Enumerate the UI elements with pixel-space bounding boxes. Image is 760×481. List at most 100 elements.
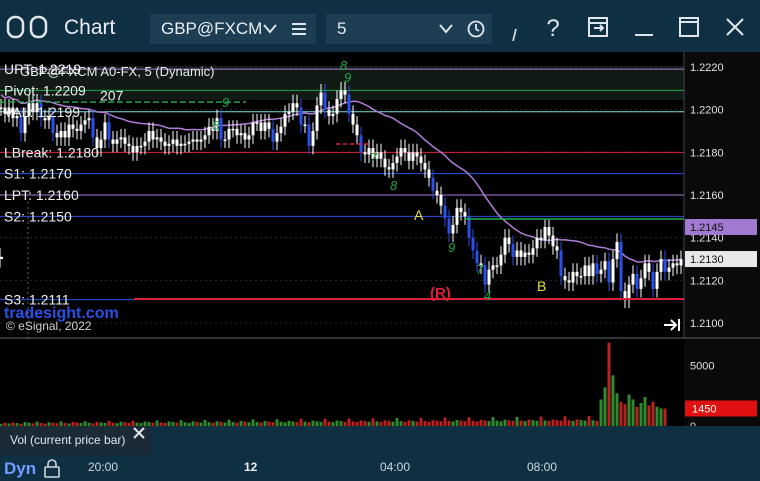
volume-bar — [199, 422, 203, 426]
marker-a: A — [414, 207, 424, 223]
candle-body — [251, 122, 255, 136]
volume-bar — [103, 422, 107, 426]
volume-bar — [39, 422, 43, 426]
candle-body — [355, 124, 359, 136]
price-chart[interactable]: 1.22201.22001.21801.21601.21401.21201.21… — [0, 52, 760, 455]
chart-layout-icon[interactable] — [6, 14, 52, 40]
chevron-down-icon[interactable] — [438, 23, 454, 35]
volume-bar — [359, 420, 363, 426]
volume-bar — [623, 404, 627, 426]
candle-body — [191, 139, 195, 142]
candle-body — [167, 143, 171, 146]
close-icon[interactable] — [724, 16, 746, 38]
volume-bar — [455, 419, 459, 426]
volume-bar — [135, 422, 139, 426]
volume-bar — [131, 420, 135, 426]
volume-bar — [575, 419, 579, 426]
candle-body — [287, 111, 291, 114]
candle-body — [275, 133, 279, 142]
volume-bar — [543, 420, 547, 426]
candle-body — [135, 145, 139, 153]
volume-bar — [23, 422, 27, 426]
export-icon[interactable] — [587, 16, 611, 38]
candle-body — [163, 141, 167, 146]
candle-body — [387, 167, 391, 170]
volume-bar — [3, 422, 7, 426]
symbol-dropdown[interactable]: GBP@FXCM — [150, 14, 316, 44]
volume-bar — [579, 419, 583, 426]
volume-bar — [271, 422, 275, 426]
volume-bar — [111, 422, 115, 426]
candle-body — [559, 250, 563, 277]
volume-bar — [35, 421, 39, 426]
candle-body — [131, 145, 135, 153]
candle-body — [667, 267, 671, 272]
volume-bar — [283, 422, 287, 426]
candle-body — [615, 241, 619, 260]
candle-body — [595, 263, 599, 274]
candle-body — [119, 137, 123, 140]
volume-bar — [311, 420, 315, 426]
cursor-icon[interactable] — [510, 28, 520, 42]
candle-body — [307, 124, 311, 146]
candle-body — [279, 126, 283, 134]
volume-bar — [323, 418, 327, 426]
candle-body — [519, 250, 523, 257]
maximize-icon[interactable] — [677, 16, 701, 38]
lock-icon[interactable] — [43, 458, 61, 478]
candle-body — [511, 244, 515, 257]
chevron-down-icon[interactable] — [262, 23, 278, 35]
candle-body — [271, 128, 275, 142]
volume-bar — [219, 421, 223, 426]
volume-bar — [83, 421, 87, 426]
volume-bar — [375, 421, 379, 426]
clock-icon[interactable] — [467, 20, 485, 38]
candle-body — [571, 271, 575, 283]
candle-body — [203, 135, 207, 140]
volume-bar — [551, 419, 555, 426]
candle-body — [551, 235, 555, 247]
level-label: LPT: 1.2160 — [4, 187, 79, 203]
volume-bar — [495, 420, 499, 426]
volume-bar — [567, 420, 571, 426]
volume-bar — [207, 422, 211, 426]
candle-body — [403, 148, 407, 153]
candle-body — [235, 128, 239, 136]
interval-dropdown[interactable]: 5 — [326, 14, 492, 44]
candle-body — [619, 241, 623, 292]
candle-body — [311, 130, 315, 146]
candle-body — [99, 139, 103, 149]
minimize-icon[interactable] — [632, 16, 656, 38]
candle-body — [439, 195, 443, 206]
candle-body — [267, 122, 271, 129]
candle-body — [435, 190, 439, 195]
candle-body — [635, 273, 639, 289]
candle-body — [391, 162, 395, 170]
volume-bar — [595, 420, 599, 426]
volume-bar — [31, 423, 35, 426]
volume-bar — [55, 423, 59, 426]
volume-bar — [19, 423, 23, 426]
help-icon[interactable]: ? — [542, 15, 564, 41]
candle-body — [83, 120, 87, 125]
candle-body — [655, 271, 659, 289]
candle-body — [591, 263, 595, 277]
candle-body — [515, 250, 519, 257]
volume-bar — [515, 416, 519, 426]
volume-bar — [151, 422, 155, 426]
menu-icon[interactable] — [291, 22, 307, 36]
candle-body — [111, 139, 115, 144]
volume-bar — [511, 420, 515, 426]
count-marker: 8 — [212, 118, 220, 133]
candle-body — [459, 207, 463, 213]
dyn-label[interactable]: Dyn — [4, 459, 36, 479]
volume-bar — [211, 422, 215, 426]
volume-bar — [67, 423, 71, 426]
volume-bar — [263, 420, 267, 426]
candle-body — [555, 246, 559, 251]
candle-body — [231, 128, 235, 131]
volume-bar — [43, 423, 47, 426]
volume-bar — [475, 421, 479, 426]
volume-bar — [347, 418, 351, 426]
candle-body — [535, 237, 539, 249]
